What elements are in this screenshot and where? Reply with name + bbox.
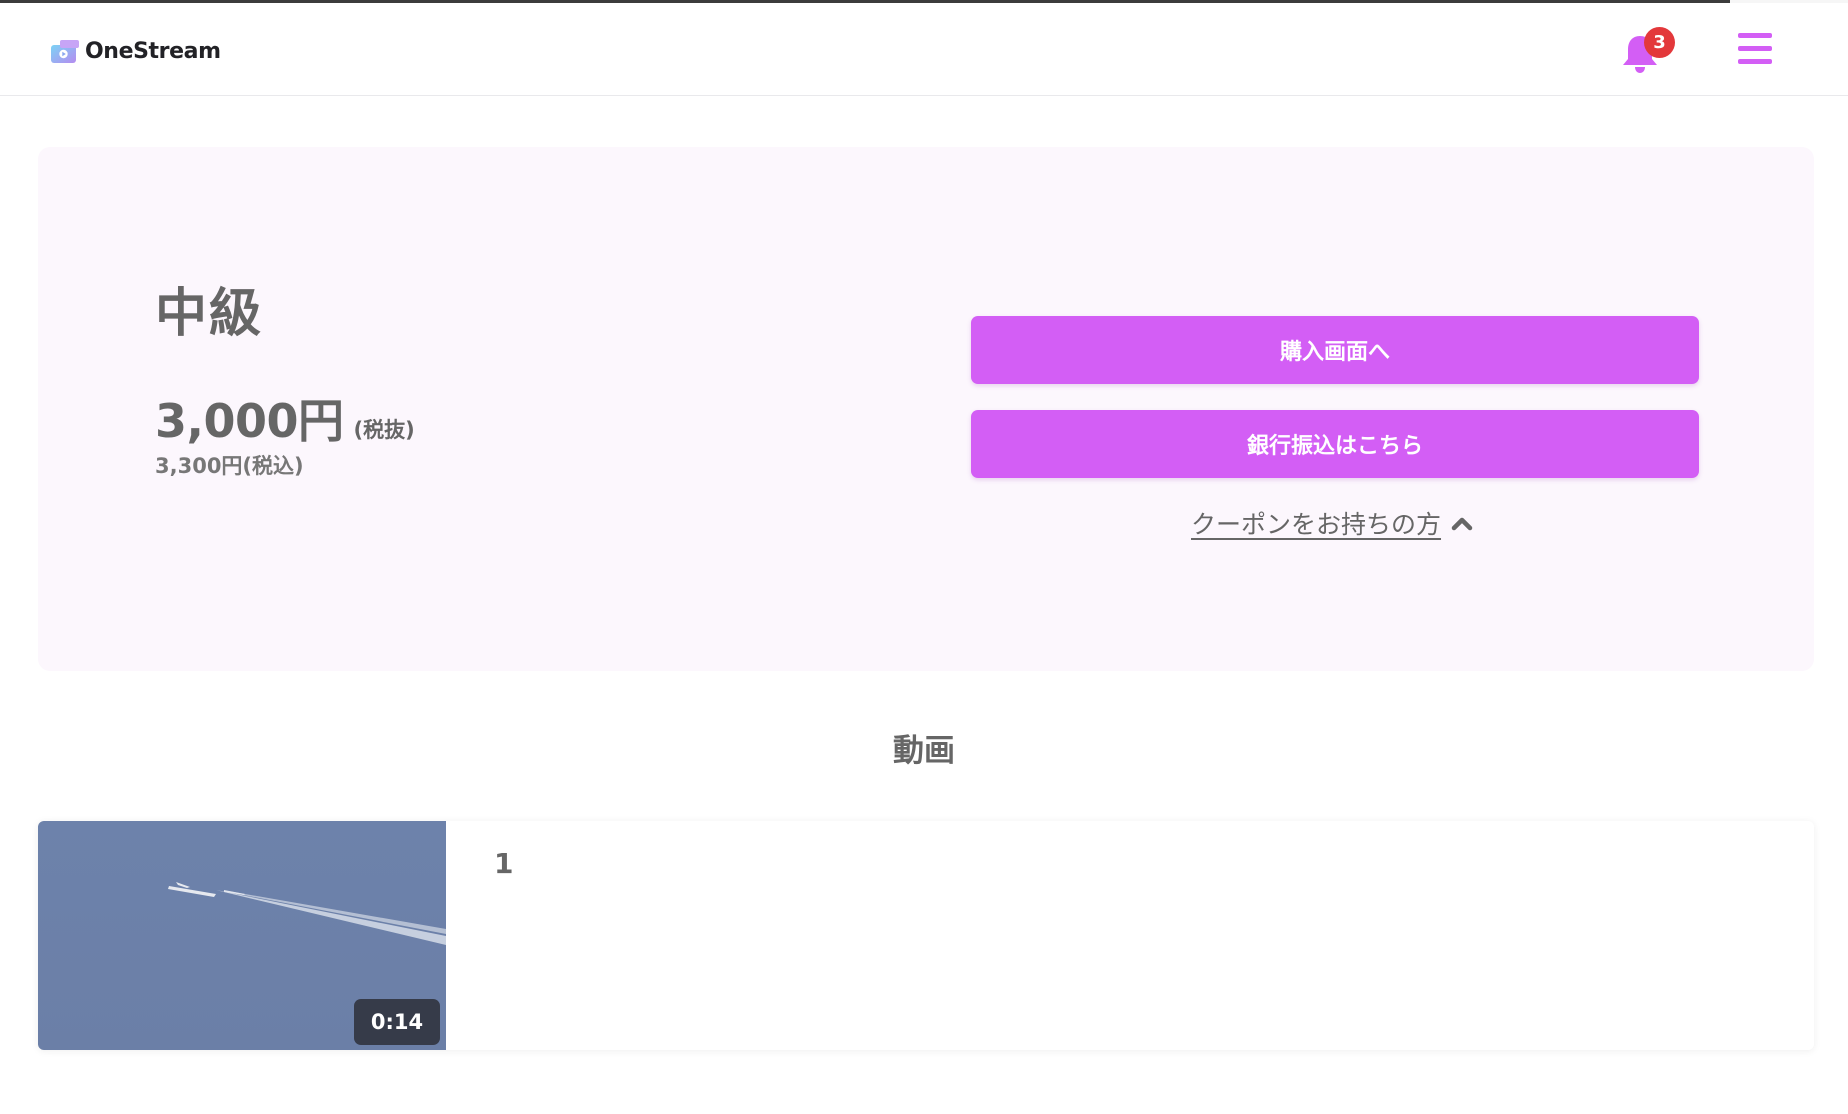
plan-panel: 中級 3,000円 (税抜) 3,300円(税込) 購入画面へ 銀行振込はこちら…	[38, 147, 1814, 671]
camera-logo-icon	[51, 39, 79, 63]
brand-name: OneStream	[85, 39, 221, 64]
price-excl-tax: 3,000円	[155, 394, 344, 448]
hamburger-menu-icon	[1738, 46, 1772, 51]
bank-transfer-button[interactable]: 銀行振込はこちら	[971, 410, 1699, 478]
brand-logo[interactable]: OneStream	[51, 39, 221, 64]
video-list-item[interactable]: 0:14 1	[38, 821, 1814, 1050]
hamburger-menu-icon	[1738, 33, 1772, 38]
notification-button[interactable]: 3	[1620, 27, 1675, 75]
plan-title: 中級	[155, 284, 264, 344]
site-header: OneStream 3	[0, 3, 1848, 96]
video-duration-badge: 0:14	[354, 999, 440, 1045]
videos-section-title: 動画	[893, 733, 955, 769]
coupon-toggle-label: クーポンをお持ちの方	[1191, 510, 1442, 539]
purchase-button[interactable]: 購入画面へ	[971, 316, 1699, 384]
price-row: 3,000円 (税抜)	[155, 385, 415, 451]
video-thumbnail[interactable]: 0:14	[38, 821, 446, 1050]
hamburger-menu-button[interactable]	[1735, 31, 1775, 67]
price-incl-tax: 3,300円(税込)	[155, 454, 304, 478]
notification-count-badge: 3	[1644, 27, 1675, 58]
hamburger-menu-icon	[1738, 59, 1772, 64]
price-excl-tax-note: (税抜)	[353, 418, 415, 442]
coupon-toggle[interactable]: クーポンをお持ちの方	[1191, 505, 1473, 541]
chevron-up-icon	[1451, 517, 1473, 531]
video-title: 1	[494, 847, 514, 880]
